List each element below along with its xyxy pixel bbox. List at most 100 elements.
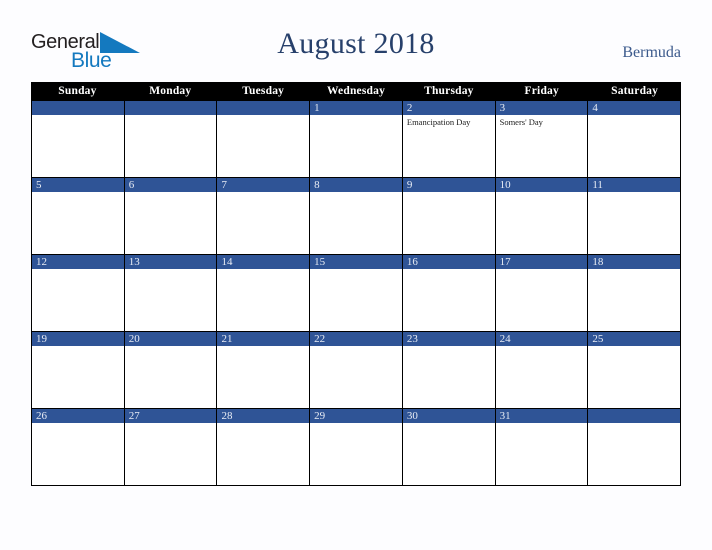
calendar-day-cell-empty (32, 101, 125, 177)
calendar-day-cell[interactable]: 4 (588, 101, 681, 177)
day-number: 24 (499, 333, 511, 345)
day-number: 6 (128, 179, 135, 191)
calendar-day-cell[interactable]: 23 (402, 332, 496, 408)
day-number: 21 (221, 333, 233, 345)
day-number-bar (588, 101, 681, 115)
calendar-day-cell[interactable]: 20 (124, 332, 218, 408)
day-number: 16 (406, 256, 418, 268)
day-number: 31 (499, 410, 511, 422)
day-number: 25 (592, 333, 604, 345)
calendar-week-cells: 12 13 14 15 16 17 18 (32, 255, 681, 331)
calendar-day-cell-empty (217, 101, 311, 177)
page-header: General Blue August 2018 Bermuda (0, 0, 712, 80)
day-number: 3 (499, 102, 506, 114)
calendar-day-cell[interactable]: 3 Somers' Day (495, 101, 589, 177)
day-number: 7 (221, 179, 227, 191)
calendar-day-cell[interactable]: 12 (32, 255, 125, 331)
day-number: 15 (314, 256, 326, 268)
day-number: 30 (406, 410, 418, 422)
calendar-day-cell[interactable]: 24 (495, 332, 589, 408)
calendar-week-row: 5 6 7 8 9 10 11 (31, 178, 681, 255)
calendar-day-cell[interactable]: 1 (310, 101, 403, 177)
calendar-day-cell[interactable]: 2 Emancipation Day (402, 101, 496, 177)
calendar-day-cell[interactable]: 30 (402, 409, 496, 485)
day-number-bar (310, 178, 402, 192)
day-number: 14 (221, 256, 233, 268)
calendar-day-cell[interactable]: 15 (310, 255, 403, 331)
holiday-label: Somers' Day (499, 117, 543, 127)
day-of-week-thursday: Thursday (424, 85, 474, 97)
day-of-week-saturday: Saturday (611, 85, 659, 97)
day-number: 1 (314, 102, 320, 114)
day-number-bar (588, 409, 681, 423)
day-number: 27 (128, 410, 140, 422)
day-number: 12 (36, 256, 47, 268)
day-number: 19 (36, 333, 47, 345)
calendar-day-cell[interactable]: 13 (124, 255, 218, 331)
day-number-bar (124, 178, 217, 192)
day-number: 9 (406, 179, 413, 191)
day-of-week-monday: Monday (149, 85, 192, 97)
country-label: Bermuda (622, 44, 681, 61)
day-of-week-header-row: Sunday Monday Tuesday Wednesday Thursday… (31, 82, 681, 101)
calendar-day-cell[interactable]: 5 (32, 178, 125, 254)
calendar-day-cell[interactable]: 21 (217, 332, 311, 408)
calendar-day-cell[interactable]: 22 (310, 332, 403, 408)
calendar-day-cell[interactable]: 27 (124, 409, 218, 485)
day-of-week-wednesday: Wednesday (326, 85, 386, 97)
day-number: 18 (592, 256, 604, 268)
day-number: 20 (128, 333, 140, 345)
calendar-week-row: 19 20 21 22 23 24 25 (31, 332, 681, 409)
calendar-weeks: 1 2 Emancipation Day 3 Somers' Day 4 5 6 7 8 9 10 11… (31, 101, 681, 486)
calendar-day-cell[interactable]: 7 (217, 178, 311, 254)
day-number: 26 (36, 410, 47, 422)
calendar-day-cell[interactable]: 16 (402, 255, 496, 331)
calendar-page: General Blue August 2018 Bermuda Sunday … (0, 0, 712, 550)
calendar-day-cell[interactable]: 11 (588, 178, 681, 254)
holiday-label: Emancipation Day (406, 117, 471, 127)
day-number-bar (402, 101, 495, 115)
day-number-bar (495, 101, 588, 115)
calendar-week-row: 26 27 28 29 30 31 (31, 409, 681, 486)
calendar-day-cell[interactable]: 26 (32, 409, 125, 485)
day-number-bar (310, 101, 402, 115)
calendar-week-row: 12 13 14 15 16 17 18 (31, 255, 681, 332)
day-number: 29 (314, 410, 326, 422)
calendar-day-cell[interactable]: 14 (217, 255, 311, 331)
calendar-day-cell[interactable]: 9 (402, 178, 496, 254)
day-number: 23 (406, 333, 418, 345)
calendar-week-row: 1 2 Emancipation Day 3 Somers' Day 4 (31, 101, 681, 178)
calendar-day-cell[interactable]: 18 (588, 255, 681, 331)
day-number-bar (217, 101, 310, 115)
day-of-week-tuesday: Tuesday (242, 85, 285, 97)
calendar-day-cell[interactable]: 19 (32, 332, 125, 408)
day-of-week-sunday: Sunday (58, 85, 97, 97)
calendar-day-cell[interactable]: 8 (310, 178, 403, 254)
calendar-week-cells: 19 20 21 22 23 24 25 (32, 332, 681, 408)
calendar-grid: Sunday Monday Tuesday Wednesday Thursday… (31, 82, 681, 486)
day-number: 17 (499, 256, 511, 268)
calendar-day-cell[interactable]: 10 (495, 178, 589, 254)
calendar-day-cell[interactable]: 28 (217, 409, 311, 485)
calendar-day-cell[interactable]: 29 (310, 409, 403, 485)
day-number: 28 (221, 410, 233, 422)
day-number: 22 (314, 333, 326, 345)
day-number: 5 (36, 179, 42, 191)
day-number: 10 (499, 179, 511, 191)
calendar-week-cells: 26 27 28 29 30 31 (32, 409, 681, 485)
day-number-bar (402, 178, 495, 192)
calendar-day-cell[interactable]: 25 (588, 332, 681, 408)
day-number: 2 (406, 102, 413, 114)
day-number: 8 (314, 179, 320, 191)
day-number-bar (32, 101, 124, 115)
calendar-day-cell-empty (124, 101, 218, 177)
day-number-bar (124, 101, 217, 115)
day-of-week-friday: Friday (524, 85, 559, 97)
calendar-day-cell[interactable]: 6 (124, 178, 218, 254)
day-number: 4 (592, 102, 598, 114)
calendar-day-cell[interactable]: 31 (495, 409, 589, 485)
calendar-week-cells: 5 6 7 8 9 10 11 (32, 178, 681, 254)
calendar-day-cell[interactable]: 17 (495, 255, 589, 331)
calendar-day-cell-empty (588, 409, 681, 485)
day-number: 11 (592, 179, 603, 191)
